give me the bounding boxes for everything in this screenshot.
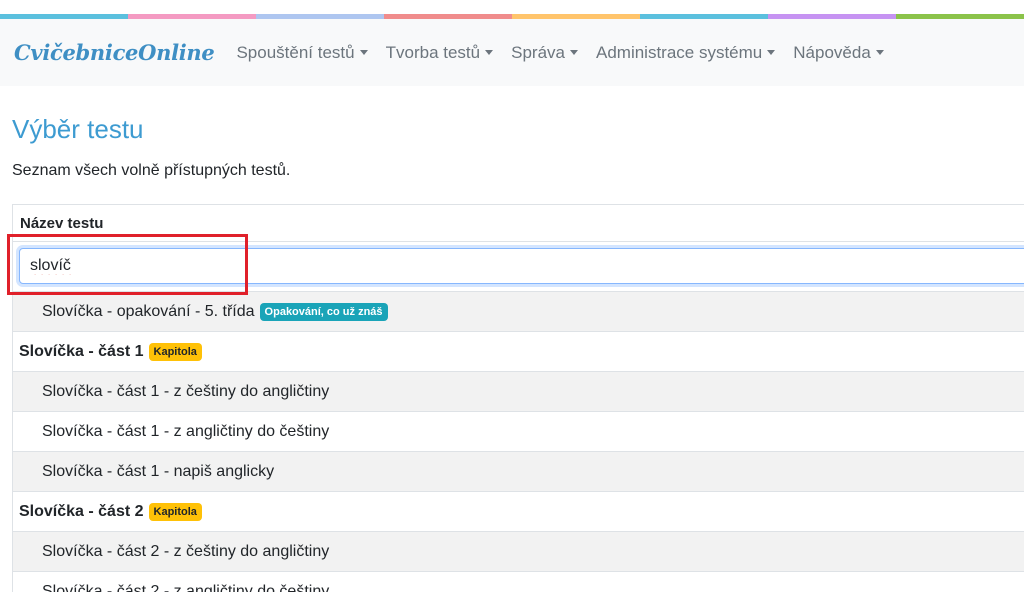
- table-row[interactable]: Slovíčka - část 2 - z češtiny do angličt…: [13, 532, 1024, 572]
- table-row[interactable]: Slovíčka - část 2 - z angličtiny do češt…: [13, 572, 1024, 592]
- brand-logo[interactable]: CvičebniceOnline: [14, 40, 215, 65]
- nav-menu-label: Spouštění testů: [236, 42, 355, 62]
- page-subtitle: Seznam všech volně přístupných testů.: [12, 162, 291, 179]
- chapter-row[interactable]: Slovíčka - část 2 Kapitola: [13, 492, 1024, 532]
- test-name: Slovíčka - opakování - 5. třída: [42, 302, 255, 320]
- test-name: Slovíčka - část 1 - napiš anglicky: [42, 462, 275, 480]
- chapter-row[interactable]: Slovíčka - část 1 Kapitola: [13, 332, 1024, 372]
- nav-menu-tvorba-testu[interactable]: Tvorba testů: [386, 43, 494, 63]
- caret-down-icon: [767, 50, 776, 55]
- table-row[interactable]: Slovíčka - část 1 - napiš anglicky: [13, 452, 1024, 492]
- test-name: Slovíčka - část 2 - z angličtiny do češt…: [42, 582, 330, 592]
- nav-menu-napoveda[interactable]: Nápověda: [793, 43, 884, 63]
- category-badge: Opakování, co už znáš: [259, 302, 388, 321]
- table-row[interactable]: Slovíčka - opakování - 5. třída Opakování…: [13, 292, 1024, 332]
- nav-menu-sprava[interactable]: Správa: [511, 43, 578, 63]
- nav-menu-label: Nápověda: [793, 42, 871, 62]
- chapter-name: Slovíčka - část 2: [19, 502, 144, 520]
- tests-table: Název testu Slovíčka - opakování - 5. tř…: [7, 204, 1024, 592]
- table-row[interactable]: Slovíčka - část 1 - z češtiny do angličt…: [13, 372, 1024, 412]
- page-title: Výběr testu: [12, 114, 144, 144]
- test-name: Slovíčka - část 1 - z angličtiny do češt…: [42, 422, 330, 440]
- caret-down-icon: [569, 50, 578, 55]
- table-body: Slovíčka - opakování - 5. třída Opakování…: [13, 292, 1024, 592]
- chapter-name: Slovíčka - část 1: [19, 342, 144, 360]
- test-name: Slovíčka - část 1 - z češtiny do angličt…: [42, 382, 330, 400]
- chapter-badge: Kapitola: [148, 342, 202, 361]
- nav-menu-label: Správa: [511, 42, 565, 62]
- test-name: Slovíčka - část 2 - z češtiny do angličt…: [42, 542, 330, 560]
- caret-down-icon: [359, 50, 368, 55]
- table-row[interactable]: Slovíčka - část 1 - z angličtiny do češt…: [13, 412, 1024, 452]
- filter-row: [7, 234, 1024, 295]
- nav-menu-spousteni-testu[interactable]: Spouštění testů: [236, 42, 368, 63]
- caret-down-icon: [485, 50, 494, 55]
- caret-down-icon: [875, 50, 884, 55]
- nav-menu-label: Tvorba testů: [385, 42, 481, 62]
- nav-menu-label: Administrace systému: [595, 42, 763, 62]
- navbar: CvičebniceOnline Spouštění testů Tvorba …: [0, 19, 1024, 86]
- nav-menu-administrace-systemu[interactable]: Administrace systému: [595, 42, 776, 63]
- chapter-badge: Kapitola: [148, 502, 202, 521]
- highlight-box: [7, 234, 248, 295]
